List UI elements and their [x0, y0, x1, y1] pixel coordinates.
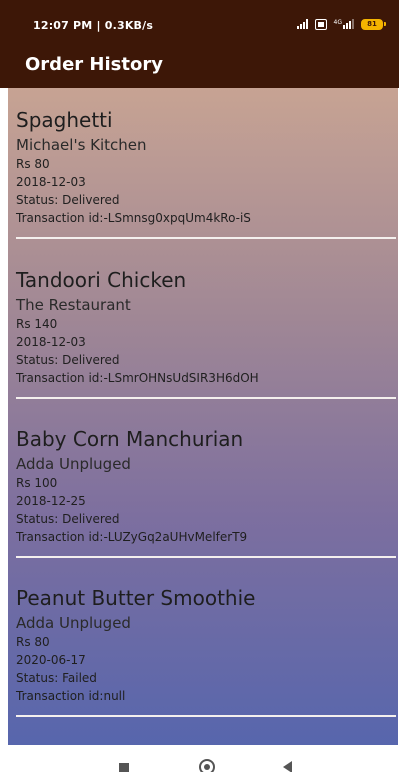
order-status: Status: Delivered [16, 512, 120, 526]
order-divider [16, 397, 396, 399]
order-transaction-id: Transaction id:null [16, 689, 126, 703]
order-status: Status: Delivered [16, 353, 120, 367]
app-bar: Order History [0, 44, 399, 88]
status-icons: 4G 81 [296, 16, 386, 32]
order-date: 2020-06-17 [16, 653, 86, 667]
order-price: Rs 140 [16, 317, 58, 331]
order-transaction-id: Transaction id:-LUZyGq2aUHvMelferT9 [16, 530, 248, 544]
order-item-name: Baby Corn Manchurian [16, 427, 244, 451]
back-button[interactable] [283, 761, 292, 772]
order-item-name: Tandoori Chicken [16, 268, 187, 292]
order-item[interactable]: Spaghetti Michael's Kitchen Rs 80 2018-1… [8, 108, 398, 268]
order-date: 2018-12-25 [16, 494, 86, 508]
order-divider [16, 237, 396, 239]
order-price: Rs 80 [16, 157, 50, 171]
network-4g-icon: 4G [334, 19, 354, 29]
order-price: Rs 80 [16, 635, 50, 649]
order-status: Status: Failed [16, 671, 97, 685]
home-button[interactable] [199, 759, 215, 772]
order-restaurant: The Restaurant [16, 296, 131, 314]
order-date: 2018-12-03 [16, 175, 86, 189]
order-item-name: Peanut Butter Smoothie [16, 586, 256, 610]
order-item[interactable]: Tandoori Chicken The Restaurant Rs 140 2… [8, 268, 398, 428]
order-restaurant: Adda Unpluged [16, 614, 131, 632]
order-item[interactable]: Baby Corn Manchurian Adda Unpluged Rs 10… [8, 427, 398, 587]
status-bar: 12:07 PM | 0.3KB/s 4G 81 [0, 0, 399, 44]
battery-level: 81 [367, 20, 377, 28]
battery-icon: 81 [361, 18, 386, 30]
signal-icon [296, 19, 308, 29]
order-list[interactable]: Spaghetti Michael's Kitchen Rs 80 2018-1… [8, 88, 398, 745]
page-title: Order History [25, 54, 163, 75]
order-date: 2018-12-03 [16, 335, 86, 349]
order-status: Status: Delivered [16, 193, 120, 207]
order-restaurant: Michael's Kitchen [16, 136, 147, 154]
order-item-name: Spaghetti [16, 108, 113, 132]
network-4g-label: 4G [333, 19, 342, 26]
order-transaction-id: Transaction id:-LSmrOHNsUdSIR3H6dOH [16, 371, 259, 385]
status-time: 12:07 PM | 0.3KB/s [33, 19, 154, 32]
recents-button[interactable] [119, 763, 129, 772]
order-price: Rs 100 [16, 476, 58, 490]
order-restaurant: Adda Unpluged [16, 455, 131, 473]
order-item[interactable]: Peanut Butter Smoothie Adda Unpluged Rs … [8, 586, 398, 745]
volte-icon [314, 18, 327, 30]
order-transaction-id: Transaction id:-LSmnsg0xpqUm4kRo-iS [16, 211, 251, 225]
order-divider [16, 556, 396, 558]
order-divider [16, 715, 396, 717]
